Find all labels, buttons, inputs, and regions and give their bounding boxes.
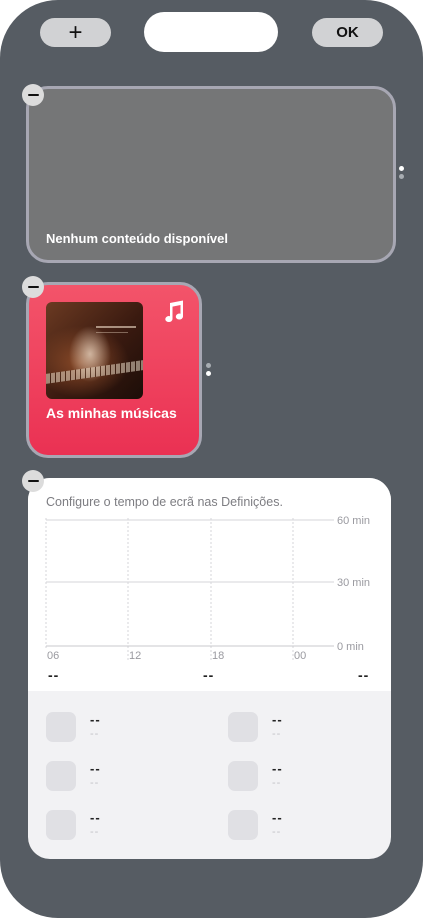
app-usage-item: -- -- [228, 761, 358, 801]
music-widget[interactable]: As minhas músicas [26, 282, 202, 458]
music-note-icon [165, 300, 184, 323]
x-tick-label: 06 [47, 650, 59, 662]
app-usage-item: -- -- [228, 810, 358, 850]
dynamic-island [144, 12, 278, 52]
app-icon [228, 810, 258, 840]
done-button[interactable]: OK [312, 18, 383, 47]
app-icon [228, 761, 258, 791]
add-widget-button[interactable]: + [40, 18, 111, 47]
screen-time-chart-area: 60 min 30 min 0 min 06 12 18 00 Configur… [28, 478, 391, 691]
app-icon [46, 761, 76, 791]
x-tick-label: 00 [294, 650, 306, 662]
app-usage-item: -- -- [46, 712, 176, 752]
app-usage-item: -- -- [46, 810, 176, 850]
app-usage-item: -- -- [228, 712, 358, 752]
empty-widget[interactable]: Nenhum conteúdo disponível [26, 86, 396, 263]
minus-icon [27, 285, 39, 289]
remove-widget-button[interactable] [22, 276, 44, 298]
app-icon [46, 712, 76, 742]
app-icon [228, 712, 258, 742]
x-tick-label: 12 [129, 650, 141, 662]
minus-icon [27, 479, 39, 483]
total-value: -- [358, 667, 370, 683]
screen-time-chart: 60 min 30 min 0 min 06 12 18 00 [45, 515, 370, 662]
y-tick-label: 30 min [337, 577, 370, 589]
page-dots-icon [399, 166, 404, 182]
screen-time-hint: Configure o tempo de ecrã nas Definições… [46, 495, 283, 509]
screen-time-widget[interactable]: 60 min 30 min 0 min 06 12 18 00 Configur… [28, 478, 391, 859]
remove-widget-button[interactable] [22, 84, 44, 106]
album-artwork [46, 302, 143, 399]
total-value: -- [48, 667, 60, 683]
app-icon [46, 810, 76, 840]
plus-icon: + [68, 18, 83, 46]
x-tick-label: 18 [212, 650, 224, 662]
remove-widget-button[interactable] [22, 470, 44, 492]
home-screen-edit: + OK Nenhum conteúdo disponível As minha… [0, 0, 423, 918]
music-widget-title: As minhas músicas [46, 405, 177, 421]
y-tick-label: 60 min [337, 515, 370, 527]
minus-icon [27, 93, 39, 97]
app-usage-item: -- -- [46, 761, 176, 801]
total-value: -- [203, 667, 215, 683]
page-dots-icon [206, 363, 211, 379]
y-tick-label: 0 min [337, 641, 364, 653]
empty-widget-message: Nenhum conteúdo disponível [46, 231, 229, 246]
